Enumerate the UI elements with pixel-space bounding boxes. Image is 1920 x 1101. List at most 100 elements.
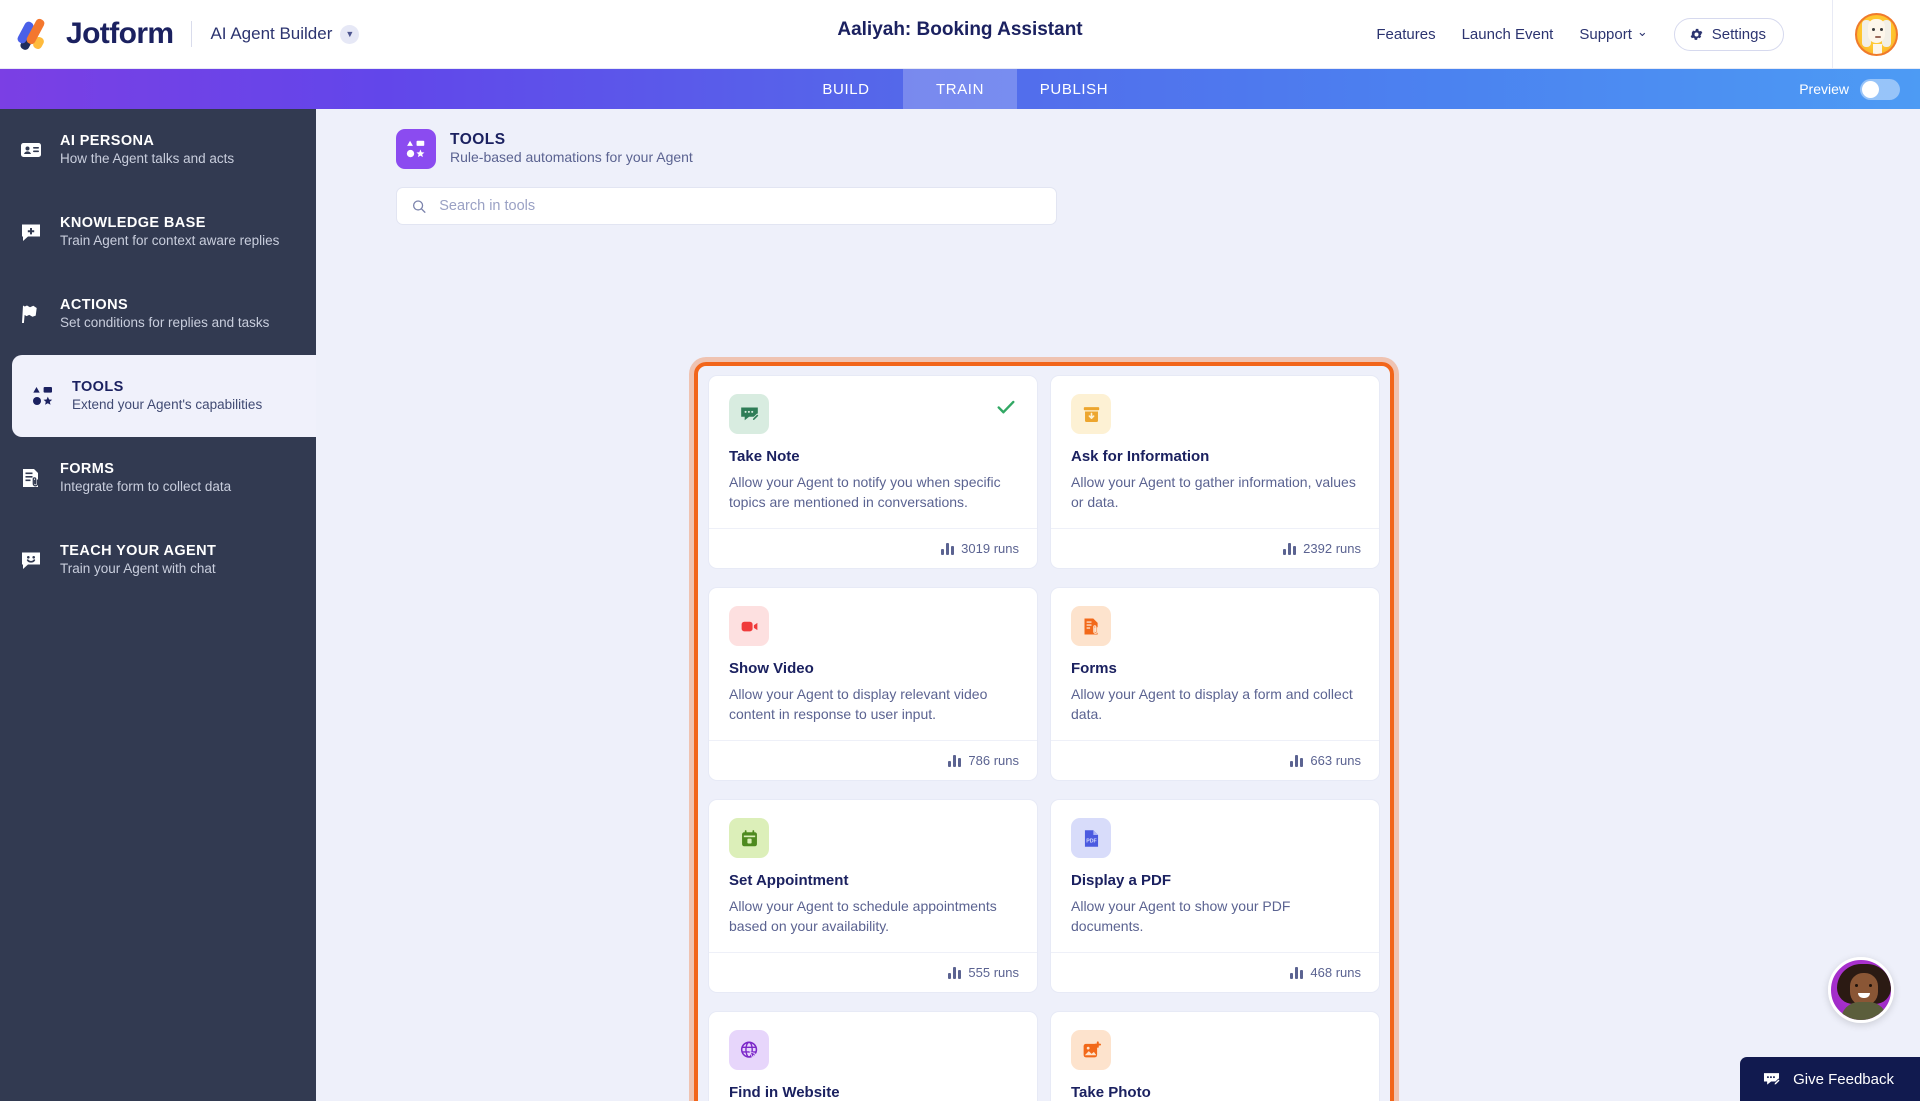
note-chat-icon bbox=[1762, 1070, 1781, 1089]
tool-card-description: Allow your Agent to display a form and c… bbox=[1071, 684, 1359, 724]
tools-section-subtitle: Rule-based automations for your Agent bbox=[450, 149, 693, 165]
stage-navbar: BUILD TRAIN PUBLISH Preview bbox=[0, 69, 1920, 109]
tool-card[interactable]: Forms Allow your Agent to display a form… bbox=[1050, 587, 1380, 781]
tool-card-title: Display a PDF bbox=[1071, 872, 1359, 889]
tool-card[interactable]: PDF Display a PDF Allow your Agent to sh… bbox=[1050, 799, 1380, 993]
tool-card-body: Ask for Information Allow your Agent to … bbox=[1051, 376, 1379, 528]
video-camera-icon bbox=[729, 606, 769, 646]
tools-section-text: TOOLS Rule-based automations for your Ag… bbox=[450, 131, 693, 167]
tool-card-title: Ask for Information bbox=[1071, 448, 1359, 465]
tool-card[interactable]: Show Video Allow your Agent to display r… bbox=[708, 587, 1038, 781]
user-avatar-button[interactable] bbox=[1832, 0, 1920, 69]
header-link-features[interactable]: Features bbox=[1376, 26, 1435, 43]
sidebar-item-text: TEACH YOUR AGENT Train your Agent with c… bbox=[60, 542, 216, 578]
app-name-label: AI Agent Builder bbox=[210, 24, 332, 44]
preview-label: Preview bbox=[1799, 81, 1849, 97]
tool-card-footer: 468 runs bbox=[1051, 952, 1379, 992]
tab-publish[interactable]: PUBLISH bbox=[1017, 69, 1131, 109]
sidebar-item-title: AI PERSONA bbox=[60, 133, 154, 149]
selected-check-icon bbox=[995, 396, 1017, 423]
tool-card-description: Allow your Agent to notify you when spec… bbox=[729, 472, 1017, 512]
header-link-support[interactable]: Support bbox=[1579, 26, 1647, 43]
tab-build[interactable]: BUILD bbox=[789, 69, 903, 109]
tool-card-body: Show Video Allow your Agent to display r… bbox=[709, 588, 1037, 740]
tool-card-runs: 468 runs bbox=[1310, 965, 1361, 980]
top-header: Jotform AI Agent Builder ▼ Aaliyah: Book… bbox=[0, 0, 1920, 69]
search-icon bbox=[411, 198, 427, 215]
support-agent-avatar[interactable] bbox=[1828, 957, 1894, 1023]
sidebar-item-title: KNOWLEDGE BASE bbox=[60, 215, 206, 231]
tool-card-footer: 555 runs bbox=[709, 952, 1037, 992]
search-input[interactable] bbox=[439, 198, 1042, 214]
tools-grid: Take Note Allow your Agent to notify you… bbox=[708, 375, 1380, 1101]
shapes-icon bbox=[30, 383, 56, 409]
preview-toggle[interactable] bbox=[1860, 79, 1900, 100]
tool-card-body: Take Note Allow your Agent to notify you… bbox=[709, 376, 1037, 528]
header-link-launch-event[interactable]: Launch Event bbox=[1462, 26, 1554, 43]
main-panel: TOOLS Rule-based automations for your Ag… bbox=[316, 109, 1920, 1101]
tool-card-footer: 786 runs bbox=[709, 740, 1037, 780]
shapes-icon bbox=[396, 129, 436, 169]
header-divider bbox=[191, 21, 192, 47]
tool-card-runs: 663 runs bbox=[1310, 753, 1361, 768]
sidebar-item-forms[interactable]: FORMS Integrate form to collect data bbox=[0, 437, 316, 519]
sidebar: AI PERSONA How the Agent talks and acts … bbox=[0, 109, 316, 1101]
tool-card[interactable]: Set Appointment Allow your Agent to sche… bbox=[708, 799, 1038, 993]
sidebar-item-subtitle: Train your Agent with chat bbox=[60, 561, 216, 576]
sidebar-item-knowledge-base[interactable]: KNOWLEDGE BASE Train Agent for context a… bbox=[0, 191, 316, 273]
tool-card[interactable]: Take Note Allow your Agent to notify you… bbox=[708, 375, 1038, 569]
sidebar-item-title: TOOLS bbox=[72, 379, 124, 395]
app-root: Jotform AI Agent Builder ▼ Aaliyah: Book… bbox=[0, 0, 1920, 1101]
sidebar-item-subtitle: Extend your Agent's capabilities bbox=[72, 397, 262, 412]
tool-card-runs: 555 runs bbox=[968, 965, 1019, 980]
form-attach-icon bbox=[18, 465, 44, 491]
tool-card-body: Find in Website Allow your Agent to sear… bbox=[709, 1012, 1037, 1101]
sidebar-item-text: FORMS Integrate form to collect data bbox=[60, 460, 231, 496]
tool-card-body: Set Appointment Allow your Agent to sche… bbox=[709, 800, 1037, 952]
tool-card-runs: 786 runs bbox=[968, 753, 1019, 768]
sidebar-item-text: ACTIONS Set conditions for replies and t… bbox=[60, 296, 269, 332]
bar-chart-icon bbox=[1283, 542, 1296, 555]
sidebar-item-subtitle: Set conditions for replies and tasks bbox=[60, 315, 269, 330]
app-name-dropdown[interactable]: AI Agent Builder ▼ bbox=[210, 24, 359, 44]
chevron-down-icon: ▼ bbox=[340, 25, 359, 44]
globe-cursor-icon bbox=[729, 1030, 769, 1070]
header-right: Features Launch Event Support Settings bbox=[1376, 0, 1920, 69]
give-feedback-label: Give Feedback bbox=[1793, 1071, 1894, 1088]
settings-button[interactable]: Settings bbox=[1674, 18, 1784, 51]
tool-card-body: Forms Allow your Agent to display a form… bbox=[1051, 588, 1379, 740]
sidebar-item-subtitle: Train Agent for context aware replies bbox=[60, 233, 279, 248]
tool-card[interactable]: Find in Website Allow your Agent to sear… bbox=[708, 1011, 1038, 1101]
jotform-logo-icon bbox=[18, 17, 52, 51]
tool-card-title: Find in Website bbox=[729, 1084, 1017, 1101]
tool-card-title: Forms bbox=[1071, 660, 1359, 677]
id-card-icon bbox=[18, 137, 44, 163]
pdf-file-icon: PDF bbox=[1071, 818, 1111, 858]
tool-card-body: Take Photo Allow your Agent to take a ph… bbox=[1051, 1012, 1379, 1101]
sidebar-item-ai-persona[interactable]: AI PERSONA How the Agent talks and acts bbox=[0, 109, 316, 191]
search-box[interactable] bbox=[396, 187, 1057, 225]
brand[interactable]: Jotform bbox=[0, 17, 173, 51]
archive-down-icon bbox=[1071, 394, 1111, 434]
tab-train[interactable]: TRAIN bbox=[903, 69, 1017, 109]
tool-card-footer: 2392 runs bbox=[1051, 528, 1379, 568]
svg-text:PDF: PDF bbox=[1086, 838, 1097, 844]
sidebar-item-title: FORMS bbox=[60, 461, 114, 477]
tool-card-body: PDF Display a PDF Allow your Agent to sh… bbox=[1051, 800, 1379, 952]
tool-card[interactable]: Ask for Information Allow your Agent to … bbox=[1050, 375, 1380, 569]
tool-card-footer: 3019 runs bbox=[709, 528, 1037, 568]
sidebar-item-title: ACTIONS bbox=[60, 297, 128, 313]
flag-icon bbox=[18, 301, 44, 327]
tool-card-description: Allow your Agent to schedule appointment… bbox=[729, 896, 1017, 936]
tool-card-footer: 663 runs bbox=[1051, 740, 1379, 780]
sidebar-item-tools[interactable]: TOOLS Extend your Agent's capabilities bbox=[12, 355, 316, 437]
sidebar-item-actions[interactable]: ACTIONS Set conditions for replies and t… bbox=[0, 273, 316, 355]
bar-chart-icon bbox=[941, 542, 954, 555]
bar-chart-icon bbox=[1290, 754, 1303, 767]
give-feedback-button[interactable]: Give Feedback bbox=[1740, 1057, 1920, 1101]
bar-chart-icon bbox=[1290, 966, 1303, 979]
sidebar-item-teach-your-agent[interactable]: TEACH YOUR AGENT Train your Agent with c… bbox=[0, 519, 316, 601]
tool-card-title: Take Note bbox=[729, 448, 1017, 465]
tool-card[interactable]: Take Photo Allow your Agent to take a ph… bbox=[1050, 1011, 1380, 1101]
search-row bbox=[316, 169, 1920, 225]
